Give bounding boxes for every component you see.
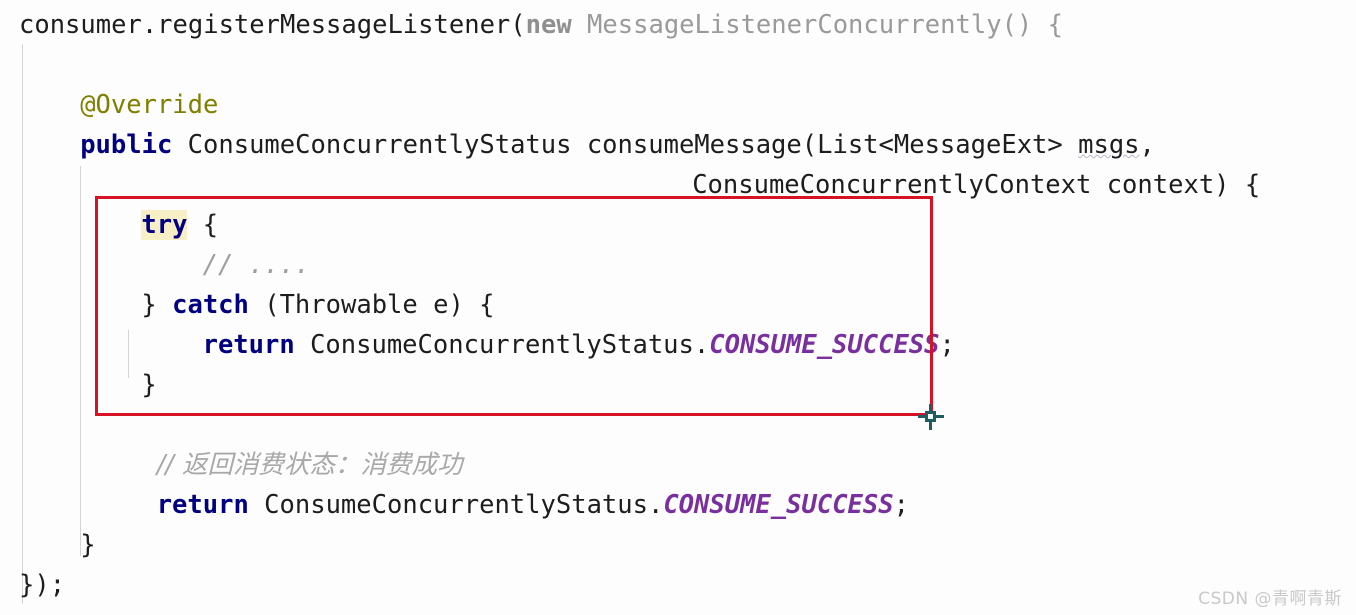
guide-outer [22, 44, 23, 604]
code-token: }); [19, 570, 66, 600]
watermark: CSDN @青啊青斯 [1198, 589, 1342, 609]
code-token: ; [893, 490, 909, 520]
handle-knob [925, 411, 936, 422]
code-line[interactable]: @Override [80, 85, 218, 125]
code-token: // 返回消费状态：消费成功 [156, 450, 463, 480]
code-token: public [80, 130, 173, 160]
code-line[interactable]: } [80, 525, 95, 565]
code-token: , [1139, 130, 1155, 160]
resize-handle-bottom-right-icon[interactable] [918, 404, 944, 430]
code-line[interactable]: return ConsumeConcurrentlyStatus.CONSUME… [157, 485, 909, 525]
code-token: @Override [80, 90, 219, 120]
code-line[interactable]: public ConsumeConcurrentlyStatus consume… [80, 125, 1155, 165]
screenshot-root: consumer.registerMessageListener(new Mes… [0, 0, 1356, 615]
annotation-rectangle[interactable] [95, 196, 933, 416]
code-token: CONSUME_SUCCESS [663, 490, 894, 520]
code-token: MessageListenerConcurrently() { [571, 10, 1063, 40]
code-line[interactable]: // 返回消费状态：消费成功 [157, 445, 463, 485]
code-token: ConsumeConcurrentlyStatus consumeMessage… [172, 130, 1079, 160]
code-token: new [525, 10, 572, 40]
code-token: ConsumeConcurrentlyStatus. [248, 490, 664, 520]
guide-method [80, 166, 81, 556]
code-token: consumer.registerMessageListener( [19, 10, 526, 40]
code-line[interactable]: consumer.registerMessageListener(new Mes… [19, 5, 1063, 45]
code-token: ; [939, 330, 955, 360]
code-token: msgs [1078, 130, 1140, 160]
code-token: return [156, 490, 249, 520]
code-token: } [80, 530, 96, 560]
code-line[interactable]: }); [19, 565, 65, 605]
